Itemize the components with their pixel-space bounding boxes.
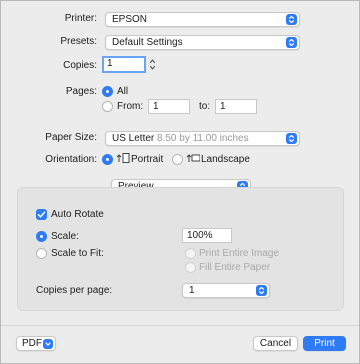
paper-size-value: US Letter (112, 133, 158, 144)
pages-from-field[interactable]: 1 (148, 99, 190, 114)
copies-per-page-label: Copies per page: (36, 285, 113, 296)
scale-label: Scale: (51, 231, 79, 242)
cancel-button[interactable]: Cancel (253, 336, 298, 351)
scale-field[interactable]: 100% (182, 228, 232, 243)
landscape-page-icon (186, 152, 201, 168)
portrait-page-icon (116, 152, 130, 168)
copies-label: Copies: (63, 60, 97, 71)
pages-all-label: All (117, 86, 129, 97)
pages-to-label: to: (199, 101, 211, 112)
print-entire-image-radio[interactable] (185, 248, 196, 259)
orientation-portrait-radio[interactable] (102, 154, 113, 165)
paper-size-popup[interactable]: US Letter 8.50 by 11.00 inches (105, 131, 300, 146)
landscape-label: Landscape (201, 154, 250, 165)
pages-to-field[interactable]: 1 (215, 99, 257, 114)
printer-popup[interactable]: EPSON (105, 12, 300, 27)
printer-label: Printer: (64, 13, 97, 24)
pdf-menu-button[interactable]: PDF (16, 336, 56, 351)
pages-all-radio[interactable] (102, 86, 113, 97)
fill-entire-paper-label: Fill Entire Paper (199, 262, 271, 273)
pages-range-radio[interactable] (102, 101, 113, 112)
paper-size-label: Paper Size: (45, 132, 97, 143)
presets-value: Default Settings (112, 37, 183, 48)
updown-chevron-icon (286, 37, 297, 48)
chevron-down-icon (43, 338, 53, 349)
presets-label: Presets: (60, 36, 97, 47)
pdf-label: PDF (22, 338, 42, 349)
checkmark-icon (37, 211, 46, 218)
orientation-landscape-radio[interactable] (172, 154, 183, 165)
print-button[interactable]: Print (303, 336, 346, 351)
scale-to-fit-radio[interactable] (36, 248, 47, 259)
portrait-label: Portrait (131, 154, 164, 165)
auto-rotate-label: Auto Rotate (51, 209, 104, 220)
auto-rotate-checkbox[interactable] (36, 209, 47, 220)
copies-field[interactable]: 1 (102, 56, 146, 73)
copies-per-page-popup[interactable]: 1 (182, 283, 270, 298)
copies-per-page-value: 1 (189, 285, 195, 296)
updown-chevron-icon (286, 14, 297, 25)
scale-to-fit-label: Scale to Fit: (51, 248, 104, 259)
pages-from-label: From: (117, 101, 144, 112)
print-dialog: Printer: EPSON Presets: Default Settings… (0, 0, 360, 364)
printer-value: EPSON (112, 14, 148, 25)
updown-chevron-icon (256, 285, 267, 296)
stepper-arrows-icon (149, 59, 156, 70)
pages-label: Pages: (65, 86, 97, 97)
print-entire-image-label: Print Entire Image (199, 248, 280, 259)
presets-popup[interactable]: Default Settings (105, 35, 300, 50)
copies-stepper[interactable] (148, 57, 157, 72)
orientation-label: Orientation: (45, 154, 97, 165)
paper-size-dimensions: 8.50 by 11.00 inches (157, 133, 249, 144)
fill-entire-paper-radio[interactable] (185, 262, 196, 273)
scale-radio[interactable] (36, 231, 47, 242)
updown-chevron-icon (286, 133, 297, 144)
footer-divider (1, 325, 359, 326)
